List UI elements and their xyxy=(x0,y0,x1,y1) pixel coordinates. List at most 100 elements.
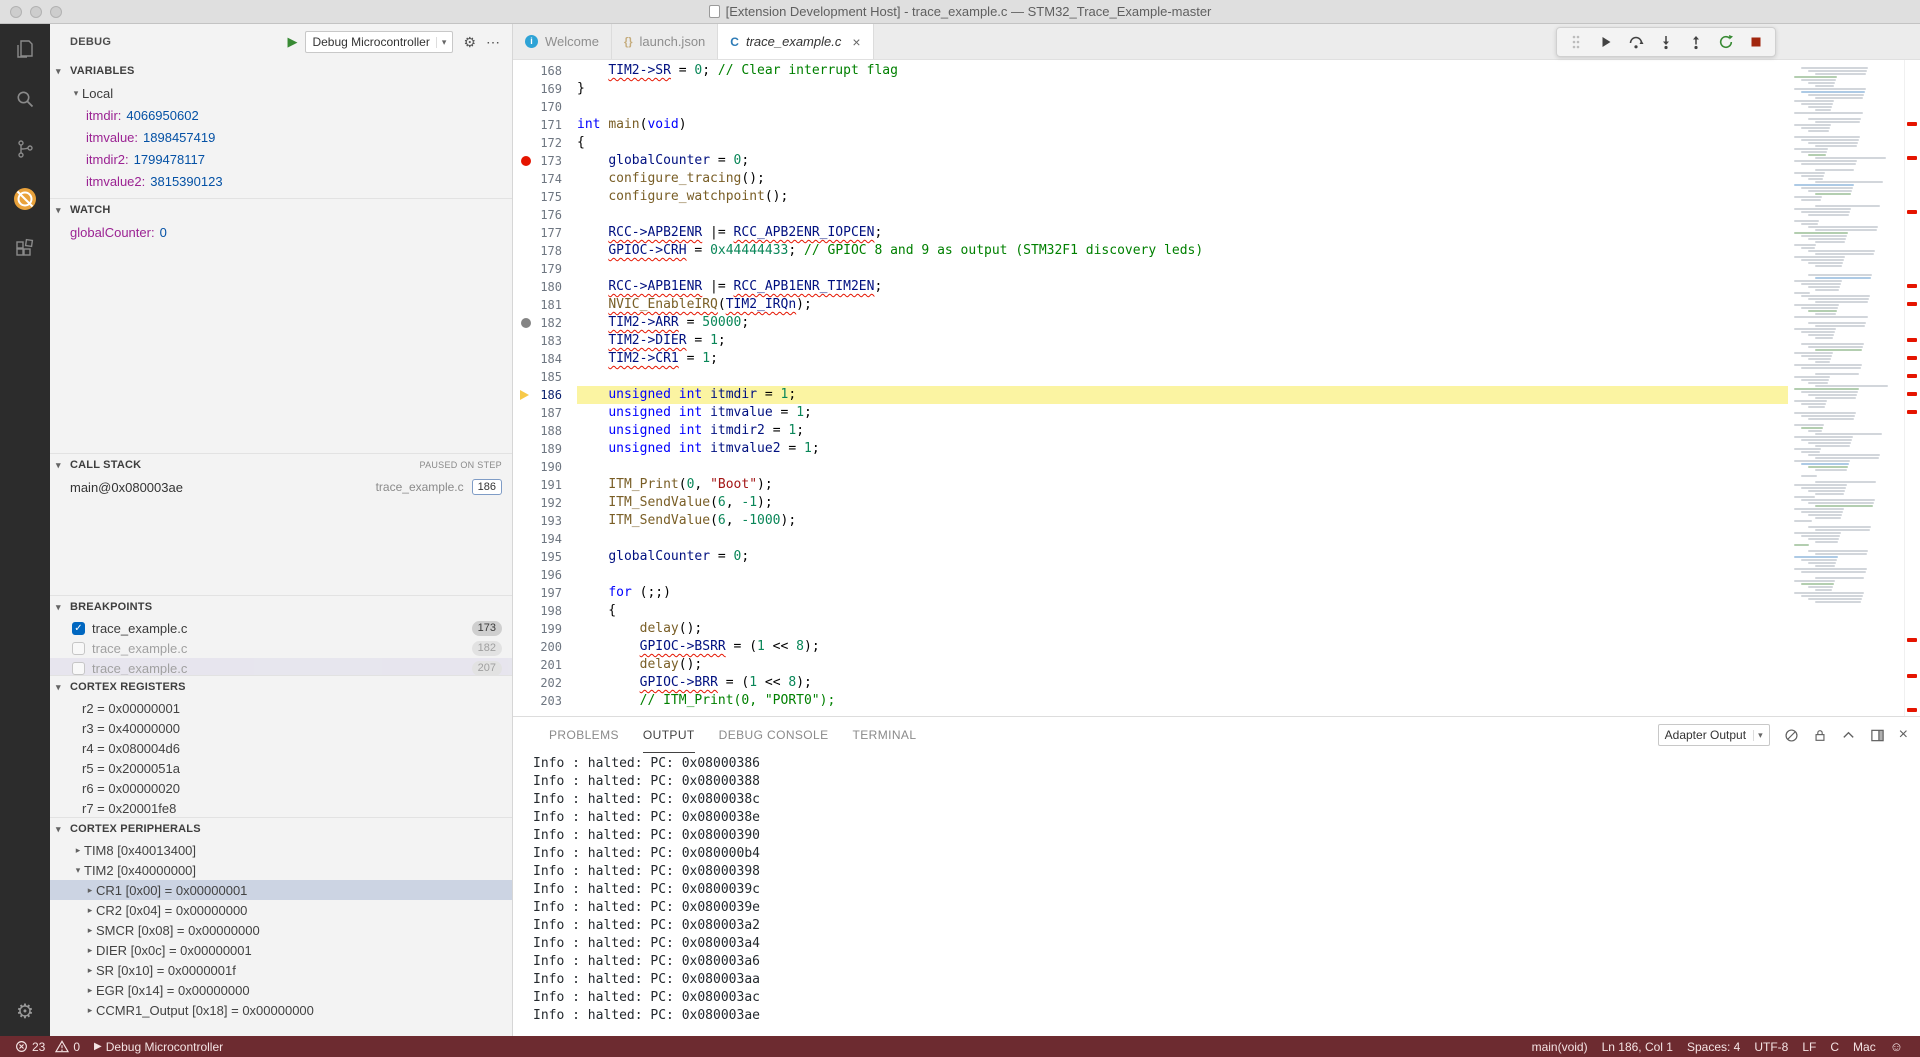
problems-status[interactable]: 23 0 xyxy=(8,1036,87,1057)
breakpoint-checkbox[interactable]: ✓ xyxy=(72,622,85,635)
debug-config-select[interactable]: Debug Microcontroller ▾ xyxy=(305,31,453,53)
code-text[interactable]: ITM_SendValue(6, -1000); xyxy=(577,512,1788,530)
variables-section-header[interactable]: ▾ VARIABLES xyxy=(50,60,512,82)
tab-welcome[interactable]: i Welcome xyxy=(513,24,612,59)
editor-gutter[interactable]: 188 xyxy=(513,422,577,440)
editor-gutter[interactable]: 190 xyxy=(513,458,577,476)
editor-gutter[interactable]: 173 xyxy=(513,152,577,170)
code-text[interactable] xyxy=(577,260,1788,278)
code-text[interactable]: int main(void) xyxy=(577,116,1788,134)
zoom-window-button[interactable] xyxy=(50,6,62,18)
code-text[interactable]: ITM_Print(0, "Boot"); xyxy=(577,476,1788,494)
code-text[interactable]: configure_tracing(); xyxy=(577,170,1788,188)
settings-gear-icon[interactable]: ⚙ xyxy=(0,999,50,1024)
code-text[interactable]: for (;;) xyxy=(577,584,1788,602)
call-stack-section-header[interactable]: ▾ CALL STACK PAUSED ON STEP xyxy=(50,454,512,476)
chevron-down-icon[interactable]: ▾ xyxy=(72,865,84,876)
chevron-right-icon[interactable]: ▸ xyxy=(84,985,96,996)
watch-row[interactable]: globalCounter:0 xyxy=(50,221,512,243)
editor-gutter[interactable]: 203 xyxy=(513,692,577,710)
more-actions-icon[interactable]: ⋯ xyxy=(486,34,500,51)
code-text[interactable]: GPIOC->CRH = 0x44444433; // GPIOC 8 and … xyxy=(577,242,1788,260)
breakpoint-checkbox[interactable] xyxy=(72,662,85,675)
register-row[interactable]: r5 = 0x2000051a xyxy=(50,758,512,778)
variable-row[interactable]: itmvalue2:3815390123 xyxy=(50,170,512,192)
source-control-icon[interactable] xyxy=(0,124,50,174)
editor-gutter[interactable]: 178 xyxy=(513,242,577,260)
code-text[interactable]: delay(); xyxy=(577,620,1788,638)
code-text[interactable]: unsigned int itmvalue2 = 1; xyxy=(577,440,1788,458)
explorer-icon[interactable] xyxy=(0,24,50,74)
editor-gutter[interactable]: 191 xyxy=(513,476,577,494)
code-text[interactable]: globalCounter = 0; xyxy=(577,548,1788,566)
breakpoint-row[interactable]: ✓trace_example.c173 xyxy=(50,618,512,638)
lock-scroll-icon[interactable] xyxy=(1813,728,1827,743)
editor-gutter[interactable]: 175 xyxy=(513,188,577,206)
editor-gutter[interactable]: 177 xyxy=(513,224,577,242)
editor-gutter[interactable]: 201 xyxy=(513,656,577,674)
editor-gutter[interactable]: 197 xyxy=(513,584,577,602)
symbol-context[interactable]: main(void) xyxy=(1525,1040,1595,1054)
editor-gutter[interactable]: 174 xyxy=(513,170,577,188)
cursor-position[interactable]: Ln 186, Col 1 xyxy=(1595,1040,1680,1054)
editor-gutter[interactable]: 181 xyxy=(513,296,577,314)
editor-gutter[interactable]: 194 xyxy=(513,530,577,548)
tab-launch-json[interactable]: {} launch.json xyxy=(612,24,718,59)
step-into-button[interactable] xyxy=(1653,30,1679,54)
editor-gutter[interactable]: 189 xyxy=(513,440,577,458)
restart-button[interactable] xyxy=(1713,30,1739,54)
search-icon[interactable] xyxy=(0,74,50,124)
code-text[interactable]: unsigned int itmvalue = 1; xyxy=(577,404,1788,422)
breakpoint-row[interactable]: trace_example.c182 xyxy=(50,638,512,658)
indentation-status[interactable]: Spaces: 4 xyxy=(1680,1040,1747,1054)
code-text[interactable]: TIM2->CR1 = 1; xyxy=(577,350,1788,368)
editor-gutter[interactable]: 176 xyxy=(513,206,577,224)
code-text[interactable]: configure_watchpoint(); xyxy=(577,188,1788,206)
peripheral-row[interactable]: ▸CR1 [0x00] = 0x00000001 xyxy=(50,880,512,900)
editor-gutter[interactable]: 171 xyxy=(513,116,577,134)
editor-gutter[interactable]: 169 xyxy=(513,80,577,98)
variable-row[interactable]: itmvalue:1898457419 xyxy=(50,126,512,148)
variable-row[interactable]: itmdir:4066950602 xyxy=(50,104,512,126)
code-text[interactable]: GPIOC->BRR = (1 << 8); xyxy=(577,674,1788,692)
maximize-panel-icon[interactable] xyxy=(1841,728,1856,743)
code-editor[interactable]: 168 TIM2->SR = 0; // Clear interrupt fla… xyxy=(513,60,1920,716)
start-debug-button[interactable]: ▶ xyxy=(287,34,297,50)
peripheral-row[interactable]: ▾TIM2 [0x40000000] xyxy=(50,860,512,880)
minimap[interactable] xyxy=(1788,60,1904,716)
chevron-right-icon[interactable]: ▸ xyxy=(84,965,96,976)
toolbar-drag-handle[interactable] xyxy=(1563,30,1589,54)
debug-icon[interactable] xyxy=(0,174,50,224)
code-text[interactable]: GPIOC->BSRR = (1 << 8); xyxy=(577,638,1788,656)
panel-tab-terminal[interactable]: TERMINAL xyxy=(853,717,917,753)
breakpoint-checkbox[interactable] xyxy=(72,642,85,655)
peripheral-row[interactable]: ▸SMCR [0x08] = 0x00000000 xyxy=(50,920,512,940)
chevron-right-icon[interactable]: ▸ xyxy=(84,925,96,936)
editor-gutter[interactable]: 196 xyxy=(513,566,577,584)
output-log[interactable]: Info : halted: PC: 0x08000386Info : halt… xyxy=(513,753,1920,1036)
code-text[interactable] xyxy=(577,566,1788,584)
editor-gutter[interactable]: 179 xyxy=(513,260,577,278)
breakpoint-dot[interactable] xyxy=(521,156,531,166)
breakpoints-section-header[interactable]: ▾ BREAKPOINTS xyxy=(50,596,512,618)
overview-ruler[interactable] xyxy=(1904,60,1920,716)
code-text[interactable] xyxy=(577,530,1788,548)
editor-gutter[interactable]: 180 xyxy=(513,278,577,296)
code-text[interactable]: unsigned int itmdir2 = 1; xyxy=(577,422,1788,440)
code-text[interactable]: ITM_SendValue(6, -1); xyxy=(577,494,1788,512)
editor-gutter[interactable]: 186 xyxy=(513,386,577,404)
editor-gutter[interactable]: 183 xyxy=(513,332,577,350)
scope-row-local[interactable]: ▾ Local xyxy=(50,82,512,104)
code-text[interactable] xyxy=(577,206,1788,224)
os-indicator[interactable]: Mac xyxy=(1846,1040,1883,1054)
cortex-peripherals-section-header[interactable]: ▾ CORTEX PERIPHERALS xyxy=(50,818,512,840)
chevron-right-icon[interactable]: ▸ xyxy=(84,885,96,896)
code-text[interactable]: globalCounter = 0; xyxy=(577,152,1788,170)
peripheral-row[interactable]: ▸EGR [0x14] = 0x00000000 xyxy=(50,980,512,1000)
code-text[interactable]: TIM2->SR = 0; // Clear interrupt flag xyxy=(577,62,1788,80)
register-row[interactable]: r3 = 0x40000000 xyxy=(50,718,512,738)
code-text[interactable]: TIM2->DIER = 1; xyxy=(577,332,1788,350)
editor-gutter[interactable]: 199 xyxy=(513,620,577,638)
language-mode[interactable]: C xyxy=(1823,1040,1846,1054)
editor-gutter[interactable]: 192 xyxy=(513,494,577,512)
